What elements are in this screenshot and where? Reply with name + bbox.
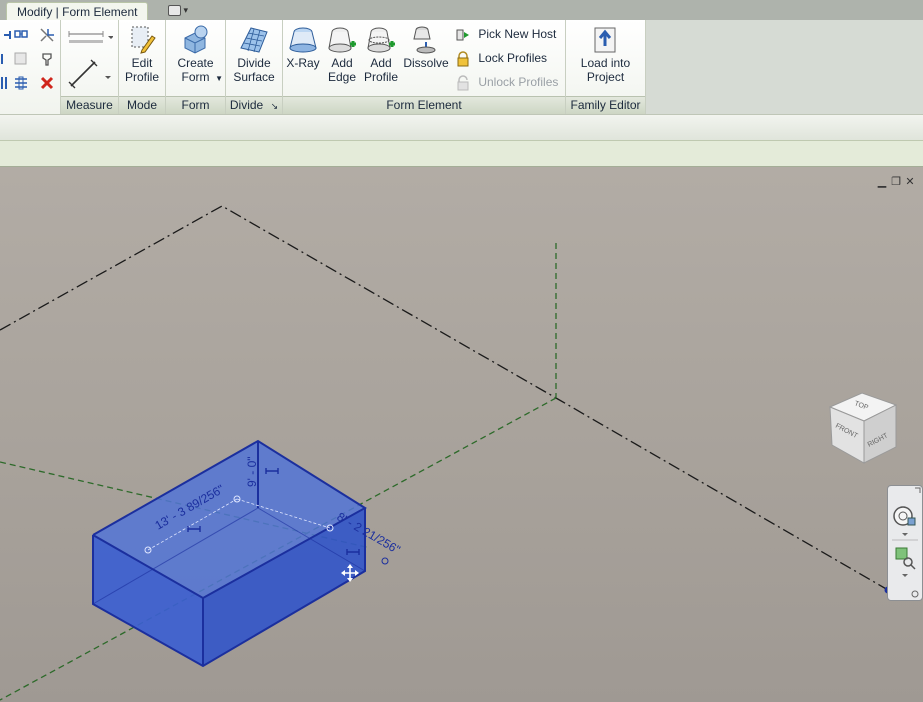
- panel-label-divide: Divide ↘: [226, 96, 282, 114]
- close-icon[interactable]: [915, 487, 921, 493]
- xray-button[interactable]: X-Ray: [283, 24, 323, 70]
- add-edge-label-1: Add: [331, 56, 353, 70]
- display-icon: [168, 5, 181, 17]
- delete-icon[interactable]: [38, 74, 56, 92]
- load-into-project-label-1: Load into: [580, 56, 631, 70]
- load-into-project-button[interactable]: Load into Project: [566, 24, 645, 84]
- chevron-down-icon[interactable]: [902, 533, 908, 536]
- create-form-label-2: Form: [181, 70, 210, 84]
- panel-label-form-element: Form Element: [283, 96, 565, 114]
- panel-family-editor: Load into Project Family Editor: [566, 20, 646, 114]
- edit-profile-icon: [131, 26, 156, 54]
- chevron-down-icon: ▼: [215, 74, 223, 83]
- lock-icon: [457, 51, 469, 67]
- xray-label: X-Ray: [286, 56, 320, 70]
- aligned-dimension-icon[interactable]: [65, 56, 113, 90]
- array-icon[interactable]: [12, 50, 30, 68]
- view-window-controls: ▁ ❐ ✕: [875, 175, 917, 188]
- quick-access-dropdown[interactable]: ▾: [168, 4, 190, 17]
- panel-divide: Divide Surface Divide ↘: [226, 20, 283, 114]
- mirror-icon[interactable]: [12, 74, 30, 92]
- add-edge-button[interactable]: Add Edge: [323, 24, 361, 84]
- add-profile-icon: [367, 27, 395, 53]
- view-cube[interactable]: TOP FRONT RIGHT: [826, 389, 900, 465]
- drawing-viewport[interactable]: 13' - 3 89/256" 9' - 0" 8' - 2 21/256" ▁…: [0, 167, 923, 702]
- divide-label-text: Divide: [229, 98, 264, 112]
- lock-profiles-label: Lock Profiles: [478, 51, 548, 65]
- unlock-profiles-button[interactable]: Unlock Profiles: [455, 73, 558, 91]
- add-edge-icon: [328, 27, 356, 53]
- divide-surface-label-1: Divide: [237, 56, 271, 70]
- create-form-button[interactable]: Create Form ▼: [166, 24, 225, 84]
- chevron-down-icon: ▾: [183, 5, 189, 15]
- title-tab-strip: Modify | Form Element ▾: [0, 0, 923, 21]
- trim-extend-icon[interactable]: [38, 26, 56, 44]
- extrusion-form[interactable]: [92, 439, 389, 668]
- xray-icon: [289, 27, 317, 53]
- panel-form-element: X-Ray Add Edge Add Profile Dissolve Pick…: [283, 20, 566, 114]
- panel-label-form: Form: [166, 96, 225, 114]
- panel-measure: Measure: [61, 20, 119, 114]
- chevron-down-icon[interactable]: [902, 574, 908, 577]
- pick-new-host-label: Pick New Host: [478, 27, 557, 41]
- close-icon[interactable]: ✕: [903, 175, 917, 188]
- 3d-scene[interactable]: 13' - 3 89/256" 9' - 0" 8' - 2 21/256": [0, 167, 923, 702]
- ribbon-bottom-band: [0, 114, 923, 141]
- create-form-label-1: Create: [177, 56, 214, 70]
- add-profile-label-2: Profile: [363, 70, 398, 84]
- options-bar: [0, 140, 923, 167]
- restore-icon[interactable]: ❐: [889, 175, 903, 188]
- customize-icon[interactable]: [911, 590, 919, 598]
- tab-modify-form-element[interactable]: Modify | Form Element: [6, 2, 149, 21]
- divide-surface-label-2: Surface: [233, 70, 275, 84]
- unlock-icon: [457, 75, 469, 91]
- steering-wheel-icon[interactable]: [893, 506, 916, 526]
- minimize-icon[interactable]: ▁: [875, 175, 889, 188]
- pick-new-host-button[interactable]: Pick New Host: [455, 25, 556, 43]
- panel-label-measure: Measure: [61, 96, 118, 114]
- create-form-icon: [184, 25, 207, 54]
- add-edge-label-2: Edge: [327, 70, 357, 84]
- panel-label-family-editor: Family Editor: [566, 96, 645, 114]
- dialog-launcher-icon[interactable]: ↘: [271, 101, 279, 111]
- panel-form: Create Form ▼ Form: [166, 20, 226, 114]
- dissolve-icon: [413, 26, 436, 54]
- lock-profiles-button[interactable]: Lock Profiles: [455, 49, 547, 67]
- edit-profile-label-1: Edit: [131, 56, 153, 70]
- panel-modify: [0, 20, 61, 114]
- dimension-height[interactable]: 9' - 0": [245, 456, 259, 487]
- panel-mode: Edit Profile Mode: [119, 20, 166, 114]
- dissolve-button[interactable]: Dissolve: [401, 24, 451, 70]
- pick-new-host-icon: [456, 29, 469, 41]
- divide-surface-icon: [240, 27, 268, 53]
- add-profile-button[interactable]: Add Profile: [361, 24, 401, 84]
- edit-profile-label-2: Profile: [124, 70, 159, 84]
- panel-label-mode: Mode: [119, 96, 165, 114]
- copy-icon[interactable]: [12, 26, 30, 44]
- edit-profile-button[interactable]: Edit Profile: [119, 24, 165, 84]
- navigation-bar: [887, 485, 923, 601]
- measure-between-references-icon[interactable]: [65, 28, 113, 48]
- load-into-project-label-2: Project: [586, 70, 625, 84]
- divide-surface-button[interactable]: Divide Surface: [226, 24, 282, 84]
- load-into-project-icon: [594, 27, 615, 53]
- dissolve-label: Dissolve: [403, 56, 449, 70]
- ribbon: Measure Edit Profile Mode Create Form ▼ …: [0, 20, 923, 114]
- unlock-profiles-label: Unlock Profiles: [478, 75, 559, 89]
- add-profile-label-1: Add: [370, 56, 392, 70]
- pin-icon[interactable]: [38, 50, 56, 68]
- zoom-region-icon[interactable]: [895, 547, 916, 570]
